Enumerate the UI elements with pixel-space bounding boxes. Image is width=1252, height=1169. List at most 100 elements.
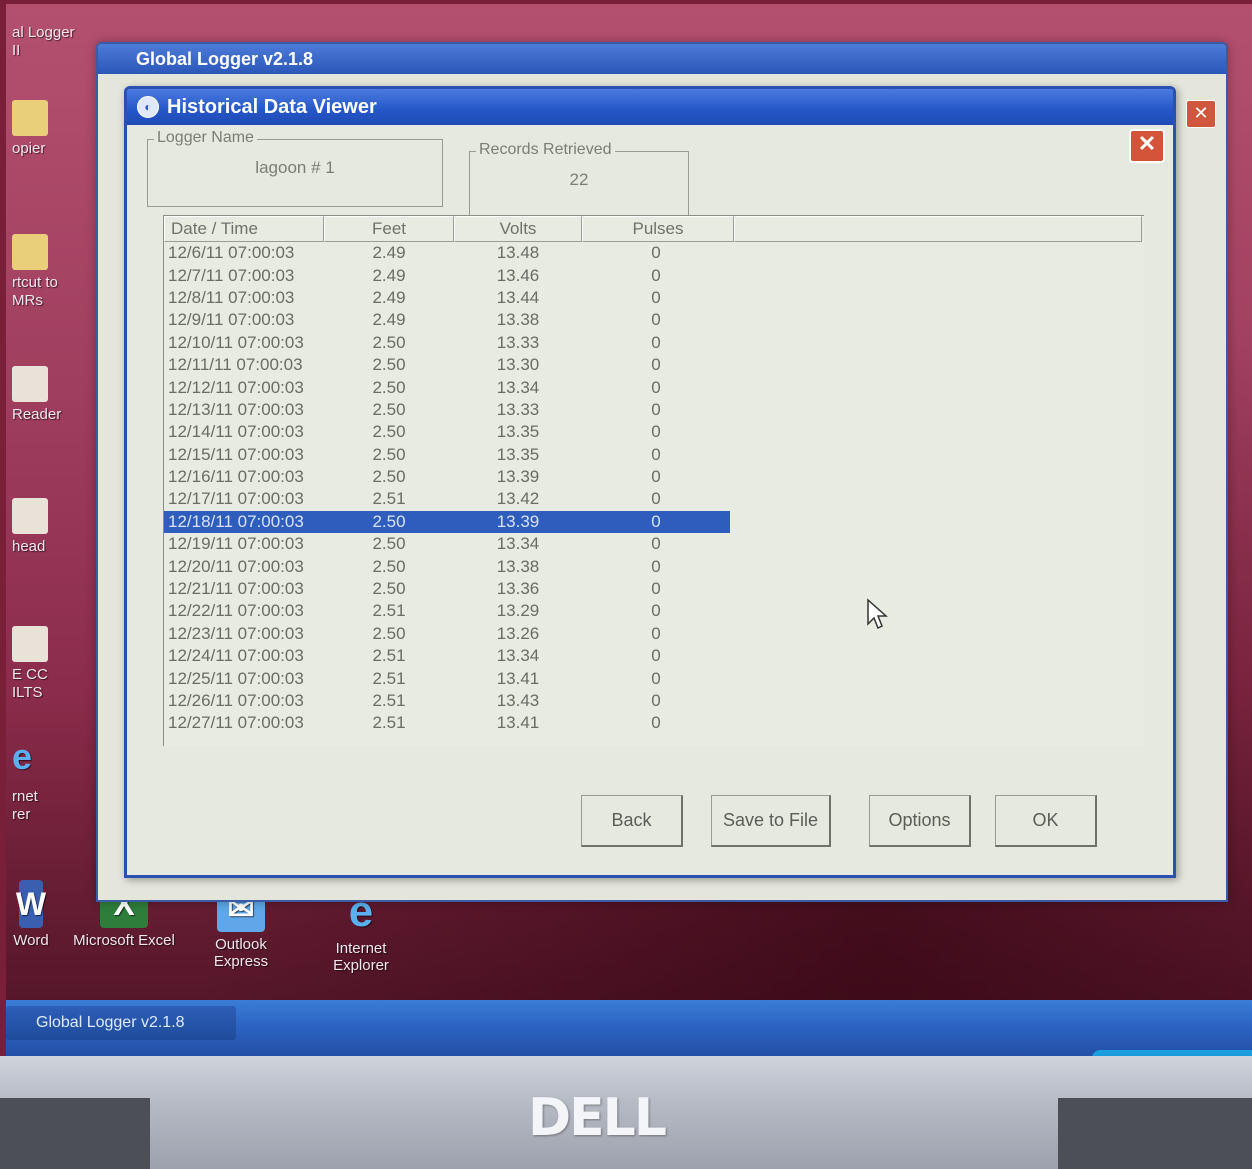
cell-feet: 2.49 (372, 287, 406, 307)
desktop-icon-label: Word (13, 932, 49, 949)
close-icon[interactable]: ✕ (1186, 100, 1216, 128)
cell-volts: 13.35 (496, 422, 540, 442)
cell-feet: 2.50 (372, 377, 406, 397)
cell-pulses: 0 (651, 511, 661, 531)
taskbar: Global Logger v2.1.8 (6, 1000, 1252, 1090)
desktop-icon-global-logger[interactable]: al Logger II (12, 24, 82, 60)
desktop-icon-head[interactable]: head (12, 498, 82, 556)
save-to-file-button[interactable]: Save to File (711, 795, 831, 847)
table-row[interactable]: 12/25/11 07:00:03 2.51 13.41 0 (164, 667, 1144, 689)
cell-date-time: 12/8/11 07:00:03 (168, 287, 295, 307)
cell-feet: 2.50 (372, 556, 406, 576)
cell-volts: 13.33 (496, 399, 540, 419)
table-row[interactable]: 12/26/11 07:00:03 2.51 13.43 0 (164, 690, 1144, 712)
table-row[interactable]: 12/8/11 07:00:03 2.49 13.44 0 (164, 287, 1144, 309)
cell-date-time: 12/26/11 07:00:03 (168, 691, 304, 710)
table-row[interactable]: 12/17/11 07:00:03 2.51 13.42 0 (164, 488, 1144, 510)
background-window-title: Global Logger v2.1.8 (98, 44, 1226, 74)
cell-date-time: 12/7/11 07:00:03 (168, 265, 295, 285)
cell-feet: 2.50 (372, 511, 406, 531)
cell-date-time: 12/10/11 07:00:03 (168, 332, 304, 352)
cell-volts: 13.48 (496, 243, 540, 263)
column-header-pulses[interactable]: Pulses (582, 216, 734, 242)
taskbar-item-global-logger[interactable]: Global Logger v2.1.8 (6, 1006, 236, 1040)
column-header-feet[interactable]: Feet (324, 216, 454, 242)
cell-date-time: 12/16/11 07:00:03 (168, 467, 304, 487)
table-row[interactable]: 12/11/11 07:00:03 2.50 13.30 0 (164, 354, 1144, 376)
records-retrieved-label: Records Retrieved (476, 141, 615, 159)
back-button[interactable]: Back (581, 795, 683, 847)
cell-pulses: 0 (651, 399, 661, 419)
cell-feet: 2.50 (372, 422, 406, 442)
cell-feet: 2.50 (372, 467, 406, 487)
cell-pulses: 0 (651, 310, 661, 330)
desktop-icon-word[interactable]: W Word (0, 880, 66, 949)
table-row[interactable]: 12/20/11 07:00:03 2.50 13.38 0 (164, 555, 1144, 577)
cell-pulses: 0 (651, 534, 661, 554)
table-row[interactable]: 12/13/11 07:00:03 2.50 13.33 0 (164, 399, 1144, 421)
cell-date-time: 12/12/11 07:00:03 (168, 377, 304, 397)
table-row[interactable]: 12/23/11 07:00:03 2.50 13.26 0 (164, 623, 1144, 645)
desktop-icon-internet-explorer[interactable]: e rnet rer (12, 739, 82, 824)
desktop-icon-cc-results[interactable]: E CC ILTS (12, 626, 82, 702)
cell-date-time: 12/22/11 07:00:03 (168, 601, 304, 621)
table-row[interactable]: 12/9/11 07:00:03 2.49 13.38 0 (164, 309, 1144, 331)
pdf-icon (12, 366, 48, 402)
desktop-icon-shortcut-mrs[interactable]: rtcut to MRs (12, 234, 82, 310)
cell-feet: 2.51 (372, 691, 406, 710)
cell-volts: 13.34 (496, 377, 540, 397)
desktop-icon-copier[interactable]: opier (12, 100, 82, 158)
table-row[interactable]: 12/27/11 07:00:03 2.51 13.41 0 (164, 712, 1144, 734)
cell-pulses: 0 (651, 579, 661, 599)
cell-date-time: 12/20/11 07:00:03 (168, 556, 304, 576)
table-row[interactable]: 12/24/11 07:00:03 2.51 13.34 0 (164, 645, 1144, 667)
desktop-icon-label: Internet Explorer (333, 940, 389, 974)
options-button[interactable]: Options (869, 795, 971, 847)
cell-pulses: 0 (651, 265, 661, 285)
ok-button[interactable]: OK (995, 795, 1097, 847)
cell-volts: 13.41 (496, 713, 540, 733)
cell-volts: 13.38 (496, 556, 540, 576)
cell-volts: 13.33 (496, 332, 540, 352)
table-row[interactable]: 12/21/11 07:00:03 2.50 13.36 0 (164, 578, 1144, 600)
bezel-hinge-right (1058, 1098, 1252, 1169)
mouse-pointer-icon (867, 598, 888, 630)
cell-pulses: 0 (651, 377, 661, 397)
desktop-icon-reader[interactable]: Reader (12, 366, 82, 424)
cell-pulses: 0 (651, 646, 661, 666)
desktop-icon-label: Microsoft Excel (73, 932, 175, 949)
cell-date-time: 12/24/11 07:00:03 (168, 646, 304, 666)
column-header-date-time[interactable]: Date / Time (164, 216, 324, 242)
cell-date-time: 12/18/11 07:00:03 (168, 511, 304, 531)
table-row[interactable]: 12/10/11 07:00:03 2.50 13.33 0 (164, 332, 1144, 354)
table-row[interactable]: 12/19/11 07:00:03 2.50 13.34 0 (164, 533, 1144, 555)
cell-pulses: 0 (651, 713, 661, 733)
cell-pulses: 0 (651, 489, 661, 509)
cell-volts: 13.43 (496, 691, 540, 710)
cell-feet: 2.49 (372, 265, 406, 285)
cell-pulses: 0 (651, 332, 661, 352)
cell-date-time: 12/23/11 07:00:03 (168, 623, 304, 643)
column-header-volts[interactable]: Volts (454, 216, 582, 242)
cell-feet: 2.50 (372, 444, 406, 464)
close-button[interactable]: ✕ (1129, 129, 1165, 163)
cell-volts: 13.26 (496, 623, 540, 643)
desktop-icon-label: rtcut to MRs (12, 274, 58, 309)
table-row[interactable]: 12/22/11 07:00:03 2.51 13.29 0 (164, 600, 1144, 622)
table-row[interactable]: 12/16/11 07:00:03 2.50 13.39 0 (164, 466, 1144, 488)
cell-volts: 13.39 (496, 511, 540, 531)
table-row[interactable]: 12/15/11 07:00:03 2.50 13.35 0 (164, 444, 1144, 466)
table-row[interactable]: 12/18/11 07:00:03 2.50 13.39 0 (164, 510, 730, 534)
cell-feet: 2.49 (372, 243, 406, 263)
table-row[interactable]: 12/12/11 07:00:03 2.50 13.34 0 (164, 376, 1144, 398)
folder-icon (12, 234, 48, 270)
cell-date-time: 12/6/11 07:00:03 (168, 243, 295, 263)
cell-pulses: 0 (651, 556, 661, 576)
list-header: Date / Time Feet Volts Pulses (164, 216, 1144, 242)
table-row[interactable]: 12/6/11 07:00:03 2.49 13.48 0 (164, 242, 1144, 264)
table-row[interactable]: 12/14/11 07:00:03 2.50 13.35 0 (164, 421, 1144, 443)
desktop-icon-label: E CC ILTS (12, 666, 48, 701)
records-list-view[interactable]: Date / Time Feet Volts Pulses 12/6/11 07… (163, 215, 1144, 746)
table-row[interactable]: 12/7/11 07:00:03 2.49 13.46 0 (164, 264, 1144, 286)
cell-date-time: 12/25/11 07:00:03 (168, 668, 304, 688)
